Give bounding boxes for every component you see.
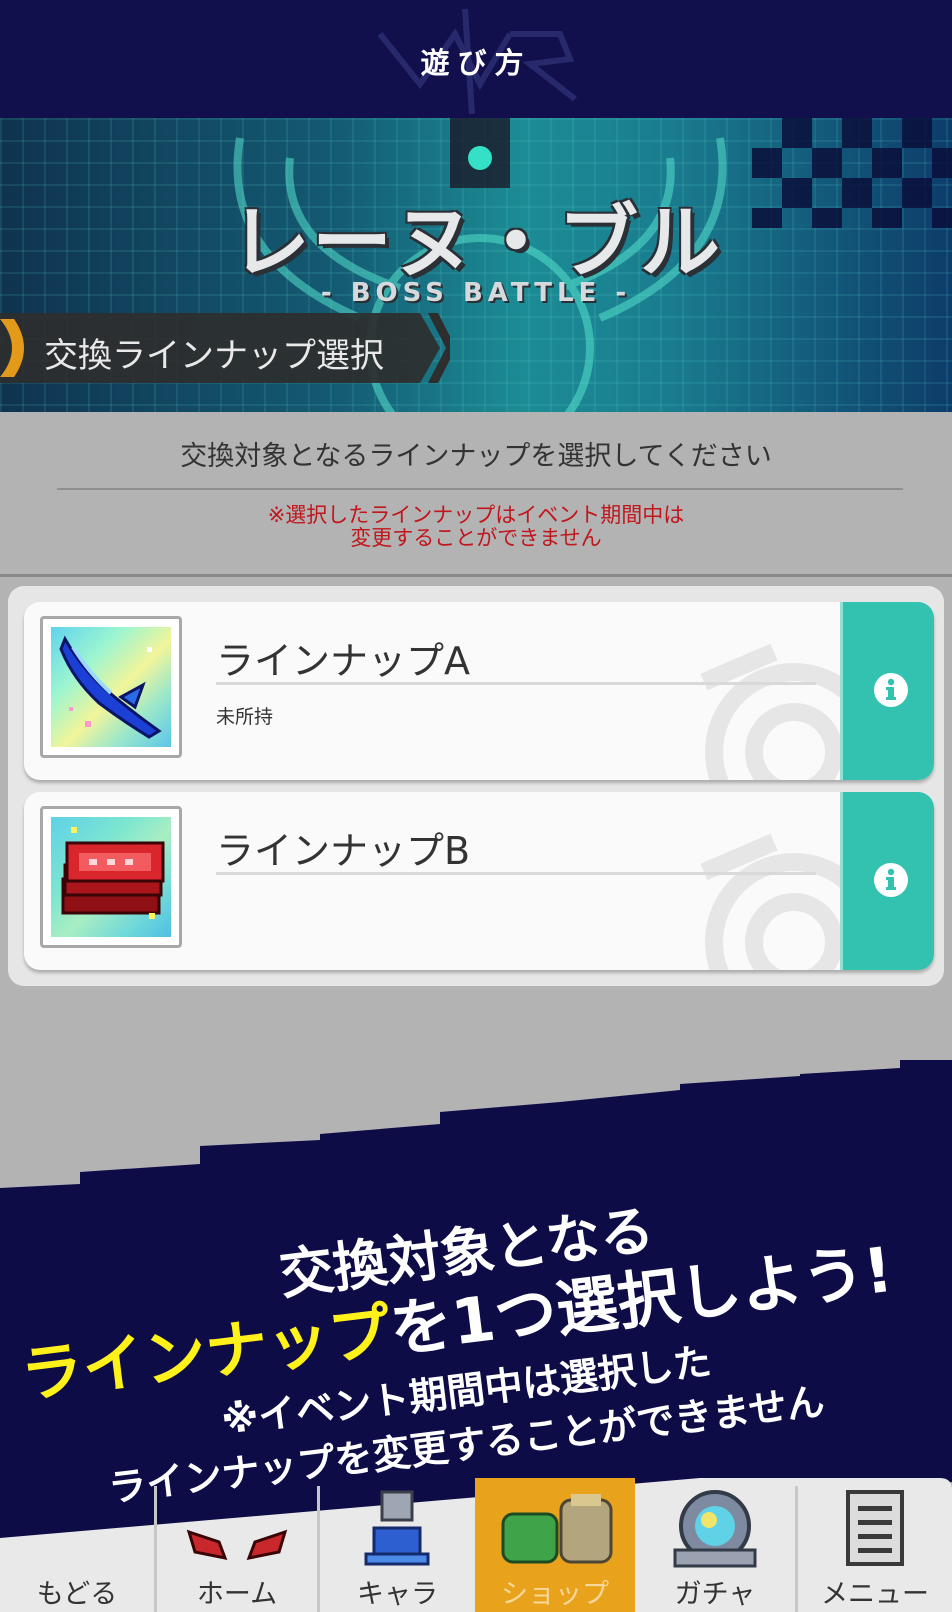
menu-list-icon (846, 1490, 904, 1566)
blue-feather-blade-icon (51, 627, 171, 747)
red-ticket-stack-icon (51, 817, 171, 937)
lineup-name: ラインナップA (216, 639, 470, 683)
nav-menu[interactable]: メニュー (798, 1478, 952, 1612)
lineup-card-a[interactable]: ラインナップA 未所持 (24, 602, 934, 780)
header-bar: 遊び方 (0, 0, 952, 118)
instruction-area: 交換対象となるラインナップを選択してください ※選択したラインナップはイベント期… (0, 412, 952, 572)
event-banner: レーヌ・ブル - BOSS BATTLE - 交換ラインナップ選択 (0, 118, 952, 412)
gacha-orb-icon (673, 1490, 757, 1568)
bottom-nav: もどる ホーム キャラ ショップ ガチャ メニュー (0, 1478, 952, 1612)
nav-home[interactable]: ホーム (157, 1478, 317, 1612)
character-icon (364, 1490, 430, 1566)
nav-home-label: ホーム (196, 1579, 278, 1610)
nav-shop-label: ショップ (501, 1579, 609, 1610)
nav-shop[interactable]: ショップ (475, 1478, 635, 1612)
warning-line-1: ※選択したラインナップはイベント期間中は (267, 503, 685, 527)
warning-text: ※選択したラインナップはイベント期間中は 変更することができません (0, 504, 952, 550)
info-button[interactable] (840, 792, 934, 970)
info-icon (874, 863, 908, 897)
nav-back[interactable]: もどる (0, 1478, 154, 1612)
home-icon (186, 1529, 288, 1561)
watermark-emblem-icon (700, 643, 864, 780)
nav-gacha-label: ガチャ (674, 1579, 756, 1610)
instruction-text: 交換対象となるラインナップを選択してください (180, 441, 772, 472)
divider (0, 574, 952, 577)
info-icon (874, 673, 908, 707)
nav-menu-label: メニュー (821, 1579, 929, 1610)
info-button[interactable] (840, 602, 934, 780)
boss-subtitle: - BOSS BATTLE - (320, 278, 632, 308)
section-title: 交換ラインナップ選択 (44, 336, 384, 376)
nav-chara[interactable]: キャラ (320, 1478, 475, 1612)
boss-name: レーヌ・ブル (230, 196, 722, 289)
nav-back-label: もどる (36, 1579, 118, 1610)
warning-line-2: 変更することができません (350, 526, 602, 550)
item-thumbnail (40, 616, 182, 758)
divider (216, 682, 816, 685)
ownership-status: 未所持 (216, 706, 274, 728)
item-thumbnail (40, 806, 182, 948)
watermark-emblem-icon (700, 833, 864, 970)
nav-gacha[interactable]: ガチャ (635, 1478, 795, 1612)
lineup-name: ラインナップB (216, 829, 471, 873)
page-title: 遊び方 (420, 46, 532, 80)
shop-bag-icon (501, 1494, 613, 1564)
lineup-panel: ラインナップA 未所持 ラインナップB (8, 586, 944, 986)
divider (57, 488, 903, 490)
lineup-card-b[interactable]: ラインナップB (24, 792, 934, 970)
nav-chara-label: キャラ (357, 1579, 438, 1610)
divider (216, 872, 816, 875)
